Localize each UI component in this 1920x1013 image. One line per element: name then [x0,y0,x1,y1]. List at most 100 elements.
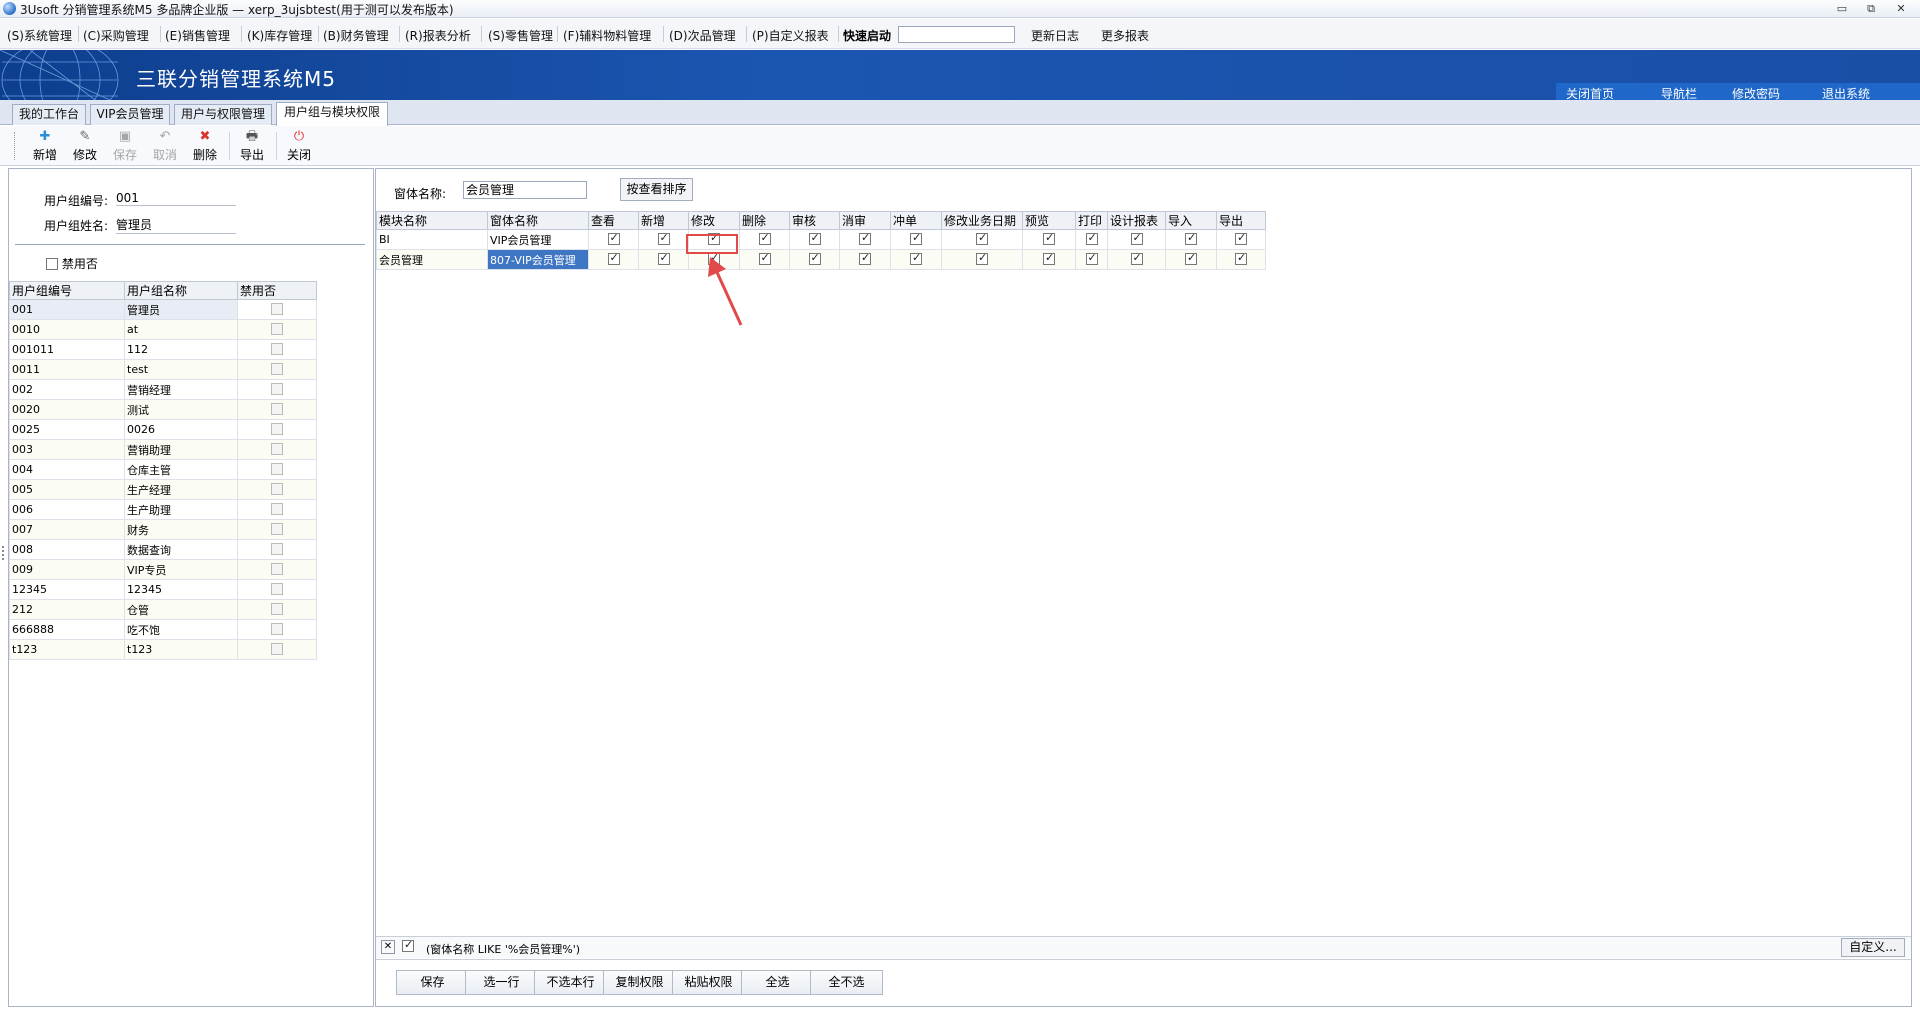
select-row-button[interactable]: 选一行 [465,970,538,995]
table-row[interactable]: 005 生产经理 [9,479,317,500]
table-row[interactable]: 006 生产助理 [9,499,317,520]
table-row[interactable]: 0010 at [9,319,317,340]
more-reports-link[interactable]: 更多报表 [1101,27,1149,44]
minimize-button[interactable]: ▭ [1831,1,1853,16]
col-header-6[interactable]: 审核 [789,211,840,230]
table-row[interactable]: t123 t123 [9,639,317,660]
disabled-cell[interactable] [237,499,317,520]
changelog-link[interactable]: 更新日志 [1031,27,1079,44]
disabled-cell[interactable] [237,619,317,640]
select-all-button[interactable]: 全选 [741,970,814,995]
table-row[interactable]: 0020 测试 [9,399,317,420]
col-header-10[interactable]: 预览 [1022,211,1076,230]
col-header-disabled[interactable]: 禁用否 [237,281,317,300]
table-row[interactable]: 12345 12345 [9,579,317,600]
permission-checkbox-cell[interactable] [588,229,639,250]
disabled-cell[interactable] [237,519,317,540]
disabled-checkbox[interactable]: 禁用否 [46,255,98,272]
permission-checkbox-cell[interactable] [1216,249,1266,270]
table-row[interactable]: 008 数据查询 [9,539,317,560]
col-header-11[interactable]: 打印 [1075,211,1108,230]
col-header-2[interactable]: 查看 [588,211,639,230]
quick-start-input[interactable] [898,26,1015,43]
permission-checkbox-cell[interactable] [941,229,1023,250]
menu-inventory[interactable]: (K)库存管理 [247,27,312,44]
col-header-1[interactable]: 窗体名称 [487,211,589,230]
menu-retail[interactable]: (S)零售管理 [488,27,553,44]
clear-filter-button[interactable]: ✕ [381,940,395,954]
tab-users-permissions[interactable]: 用户与权限管理 [174,104,272,125]
col-header-9[interactable]: 修改业务日期 [941,211,1023,230]
disabled-cell[interactable] [237,559,317,580]
splitter-handle[interactable] [2,546,4,560]
disabled-cell[interactable] [237,579,317,600]
deselect-all-button[interactable]: 全不选 [810,970,883,995]
col-header-8[interactable]: 冲单 [890,211,942,230]
permission-row[interactable]: BI VIP会员管理 [376,229,1266,250]
table-row[interactable]: 002 营销经理 [9,379,317,400]
permission-checkbox-cell[interactable] [1075,249,1108,270]
permission-checkbox-cell[interactable] [1165,249,1217,270]
disabled-cell[interactable] [237,299,317,320]
col-header-13[interactable]: 导入 [1165,211,1217,230]
permission-checkbox-cell[interactable] [890,229,942,250]
disabled-cell[interactable] [237,399,317,420]
disabled-cell[interactable] [237,439,317,460]
col-header-0[interactable]: 模块名称 [376,211,488,230]
disabled-cell[interactable] [237,379,317,400]
menu-materials[interactable]: (F)辅料物料管理 [563,27,651,44]
table-row[interactable]: 007 财务 [9,519,317,540]
disabled-cell[interactable] [237,359,317,380]
col-header-12[interactable]: 设计报表 [1107,211,1166,230]
sort-by-view-button[interactable]: 按查看排序 [620,178,693,201]
permission-checkbox-cell[interactable] [1022,229,1076,250]
col-header-14[interactable]: 导出 [1216,211,1266,230]
disabled-cell[interactable] [237,339,317,360]
permission-checkbox-cell[interactable] [941,249,1023,270]
save-toolbar-button[interactable]: ▣ 保存 [107,129,143,163]
customize-filter-button[interactable]: 自定义... [1841,938,1905,957]
group-name-field[interactable]: 管理员 [116,216,236,234]
copy-permissions-button[interactable]: 复制权限 [603,970,676,995]
col-header-5[interactable]: 删除 [739,211,790,230]
permission-checkbox-cell[interactable] [638,229,689,250]
menu-finance[interactable]: (B)财务管理 [323,27,389,44]
export-button[interactable]: 🖶 导出 [234,129,270,163]
permission-checkbox-cell[interactable] [1022,249,1076,270]
table-row[interactable]: 666888 吃不饱 [9,619,317,640]
form-name-input[interactable]: 会员管理 [463,181,587,199]
close-home-link[interactable]: 关闭首页 [1566,85,1614,100]
form-name-cell[interactable]: 807-VIP会员管理 [487,249,589,270]
menu-sales[interactable]: (E)销售管理 [165,27,230,44]
disabled-cell[interactable] [237,539,317,560]
cancel-button[interactable]: ↶ 取消 [147,129,183,163]
table-row[interactable]: 212 仓管 [9,599,317,620]
form-name-cell[interactable]: VIP会员管理 [487,229,589,250]
col-header-7[interactable]: 消审 [839,211,891,230]
permission-row[interactable]: 会员管理 807-VIP会员管理 [376,249,1266,270]
permission-checkbox-cell[interactable] [1165,229,1217,250]
edit-button[interactable]: ✎ 修改 [67,129,103,163]
group-code-field[interactable]: 001 [116,191,236,206]
permission-checkbox-cell[interactable] [638,249,689,270]
menu-reports[interactable]: (R)报表分析 [405,27,471,44]
menu-system[interactable]: (S)系统管理 [7,27,72,44]
table-row[interactable]: 001 管理员 [9,299,317,320]
disabled-cell[interactable] [237,599,317,620]
permission-checkbox-cell[interactable] [739,249,790,270]
filter-enabled-checkbox[interactable] [402,938,414,952]
navigation-link[interactable]: 导航栏 [1661,85,1697,100]
permission-checkbox-cell[interactable] [839,229,891,250]
disabled-cell[interactable] [237,319,317,340]
tab-vip-members[interactable]: VIP会员管理 [90,104,170,125]
table-row[interactable]: 003 营销助理 [9,439,317,460]
col-header-group-name[interactable]: 用户组名称 [124,281,238,300]
disabled-cell[interactable] [237,479,317,500]
deselect-row-button[interactable]: 不选本行 [534,970,607,995]
save-permissions-button[interactable]: 保存 [396,970,469,995]
disabled-cell[interactable] [237,639,317,660]
permission-checkbox-cell[interactable] [588,249,639,270]
table-row[interactable]: 004 仓库主管 [9,459,317,480]
permission-checkbox-cell[interactable] [1075,229,1108,250]
table-row[interactable]: 001011 112 [9,339,317,360]
